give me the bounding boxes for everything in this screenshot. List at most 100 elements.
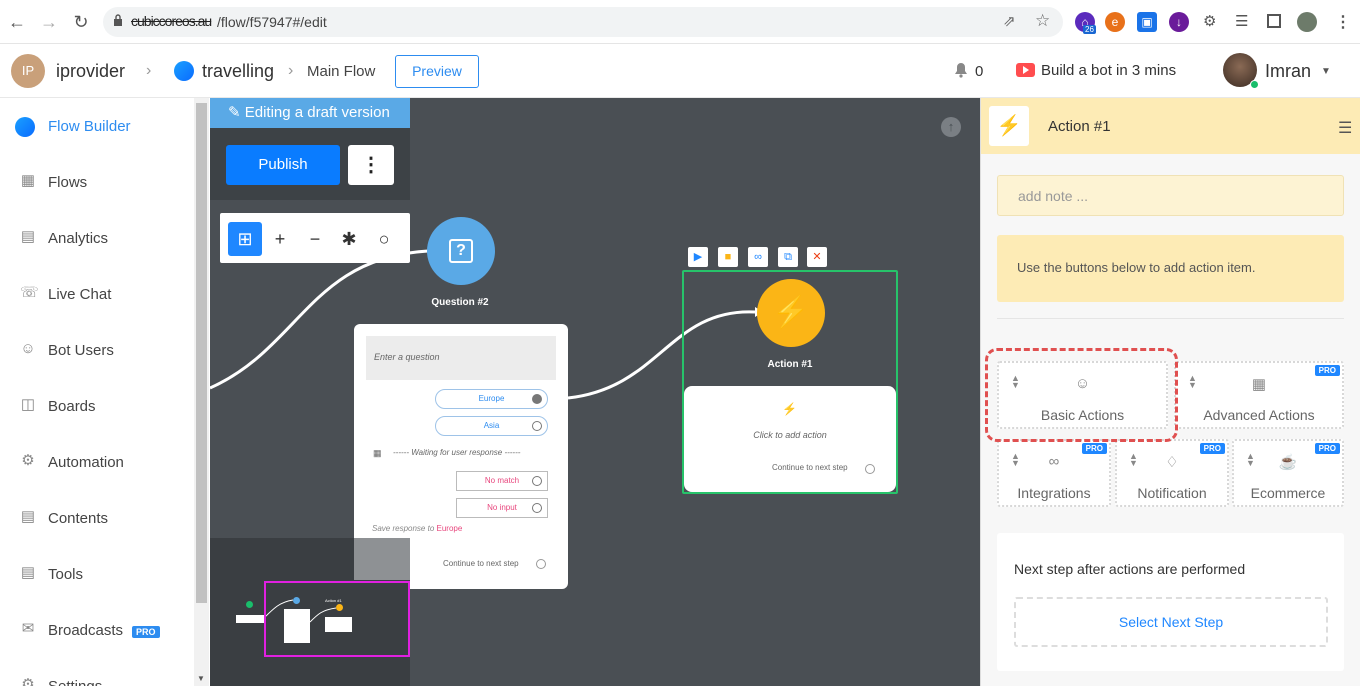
action-type-label: Ecommerce	[1250, 485, 1326, 501]
sidebar-item-label: Live Chat	[48, 286, 112, 303]
extension-badge: 26	[1083, 25, 1096, 34]
preview-button[interactable]: Preview	[395, 55, 479, 88]
advanced-actions-card[interactable]: ▲ ▼ ▦ Advanced Actions PRO	[1174, 361, 1344, 429]
more-options-button[interactable]: ⋮	[348, 145, 394, 185]
briefcase-icon: ▦	[1251, 376, 1267, 393]
youtube-icon[interactable]	[1016, 63, 1035, 77]
waiting-text: ------ Waiting for user response ------	[393, 448, 521, 457]
option-button[interactable]: Asia	[435, 416, 548, 436]
minimap-overlay	[354, 538, 410, 580]
extension-icon[interactable]: ▣	[1137, 12, 1157, 32]
pro-badge: PRO	[1314, 365, 1340, 376]
connector-dot[interactable]	[532, 421, 542, 431]
note-icon[interactable]: ■	[718, 247, 738, 267]
notification-card[interactable]: ▲ ▼ ♢ Notification PRO	[1115, 439, 1229, 507]
connector-dot[interactable]	[536, 559, 546, 569]
url-path: /flow/f57947#/edit	[217, 14, 327, 30]
lightning-icon[interactable]: ⚡	[757, 279, 825, 347]
user-name[interactable]: Imran	[1265, 61, 1311, 82]
messenger-icon	[15, 117, 35, 137]
sidebar-item-bot-users[interactable]: ☺ Bot Users	[0, 322, 194, 378]
bot-name[interactable]: travelling	[202, 61, 274, 82]
media-icon[interactable]: ☰	[1235, 12, 1248, 30]
sidebar-item-contents[interactable]: ▤ Contents	[0, 490, 194, 546]
build-bot-link[interactable]: Build a bot in 3 mins	[1041, 62, 1176, 79]
add-folder-icon[interactable]: ⊞	[228, 222, 262, 256]
sidebar-item-live-chat[interactable]: ☏ Live Chat	[0, 266, 194, 322]
connector-dot[interactable]	[532, 476, 542, 486]
option-button[interactable]: Europe	[435, 389, 548, 409]
play-icon[interactable]: ▶	[688, 247, 708, 267]
sidepanel-icon[interactable]	[1267, 14, 1281, 28]
reload-icon[interactable]: ↻	[70, 11, 92, 33]
sidebar-item-boards[interactable]: ◫ Boards	[0, 378, 194, 434]
sidebar-item-settings[interactable]: ⚙ Settings	[0, 658, 194, 686]
profile-icon[interactable]	[1297, 12, 1317, 32]
note-input[interactable]: add note ...	[997, 175, 1344, 216]
connector-dot[interactable]	[865, 464, 875, 474]
sidebar-item-label: Tools	[48, 566, 84, 583]
action-node-title: Action #1	[767, 359, 813, 370]
click-to-add-text[interactable]: Click to add action	[684, 430, 896, 440]
share-icon[interactable]: ⇗	[1003, 12, 1016, 30]
url-host: cubiccoreos.au	[131, 13, 212, 29]
puzzle-icon[interactable]: ⚙	[1203, 12, 1216, 30]
extension-icon[interactable]: e	[1105, 12, 1125, 32]
save-response-text: Save response to Europe	[372, 524, 462, 533]
cart-icon: ☕	[1278, 454, 1298, 471]
messenger-icon	[174, 61, 194, 81]
workspace-avatar[interactable]: IP	[11, 54, 45, 88]
hamburger-icon[interactable]: ☰	[1338, 118, 1352, 138]
lightning-icon: ⚡	[989, 106, 1029, 146]
forward-icon[interactable]: →	[38, 11, 60, 33]
question-node-icon[interactable]: ?	[427, 217, 495, 285]
copy-icon[interactable]: ⧉	[778, 247, 798, 267]
question-node-title: Question #2	[431, 297, 489, 308]
download-icon[interactable]: ↓	[1169, 12, 1189, 32]
scroll-down-icon[interactable]: ▼	[197, 674, 205, 683]
no-input-option[interactable]: No input	[456, 498, 548, 518]
scrollbar-thumb[interactable]	[196, 103, 207, 603]
sidebar-item-label: Bot Users	[48, 342, 114, 359]
arrow-up-icon[interactable]: ↑	[941, 117, 961, 137]
question-input[interactable]: Enter a question	[366, 336, 556, 380]
bell-icon[interactable]	[953, 62, 969, 78]
link-icon[interactable]: ∞	[748, 247, 768, 267]
sidebar-item-label: Contents	[48, 510, 109, 527]
sidebar-item-flow-builder[interactable]: Flow Builder	[0, 98, 194, 154]
star-icon[interactable]: ☆	[1035, 11, 1050, 31]
connector-dot[interactable]	[532, 503, 542, 513]
sidebar-item-label: Flow Builder	[48, 118, 131, 135]
divider	[997, 318, 1344, 319]
back-icon[interactable]: ←	[6, 11, 28, 33]
ecommerce-card[interactable]: ▲ ▼ ☕ Ecommerce PRO	[1232, 439, 1344, 507]
select-next-step-button[interactable]: Select Next Step	[1014, 597, 1328, 647]
no-match-option[interactable]: No match	[456, 471, 548, 491]
settings-icon: ⚙	[21, 676, 35, 686]
publish-button[interactable]: Publish	[226, 145, 340, 185]
close-icon[interactable]: ✕	[807, 247, 827, 267]
continue-text: Continue to next step	[443, 559, 519, 568]
fit-view-icon[interactable]: ✱	[332, 222, 366, 256]
action-type-label: Integrations	[1017, 485, 1091, 501]
sidebar-item-analytics[interactable]: ▤ Analytics	[0, 210, 194, 266]
hint-box: Use the buttons below to add action item…	[997, 235, 1344, 302]
tools-icon: ▤	[20, 564, 36, 581]
connector-dot[interactable]	[532, 394, 542, 404]
menu-icon[interactable]: ⋮	[1335, 12, 1351, 32]
zoom-in-icon[interactable]: +	[263, 222, 297, 256]
zoom-out-icon[interactable]: −	[298, 222, 332, 256]
sidebar-item-flows[interactable]: ▦ Flows	[0, 154, 194, 210]
integrations-card[interactable]: ▲ ▼ ∞ Integrations PRO	[997, 439, 1111, 507]
minimap-viewport[interactable]	[264, 581, 410, 657]
sidebar-item-label: Automation	[48, 454, 124, 471]
workspace-name[interactable]: iprovider	[56, 61, 125, 82]
sidebar-item-automation[interactable]: ⚙ Automation	[0, 434, 194, 490]
edit-icon: ✎	[228, 104, 245, 121]
sidebar-item-broadcasts[interactable]: ✉ Broadcasts PRO	[0, 602, 194, 658]
option-label: Europe	[478, 394, 505, 403]
sidebar-item-tools[interactable]: ▤ Tools	[0, 546, 194, 602]
caret-down-icon[interactable]: ▼	[1321, 66, 1331, 77]
continue-text: Continue to next step	[772, 463, 848, 472]
search-icon[interactable]: ○	[367, 222, 401, 256]
